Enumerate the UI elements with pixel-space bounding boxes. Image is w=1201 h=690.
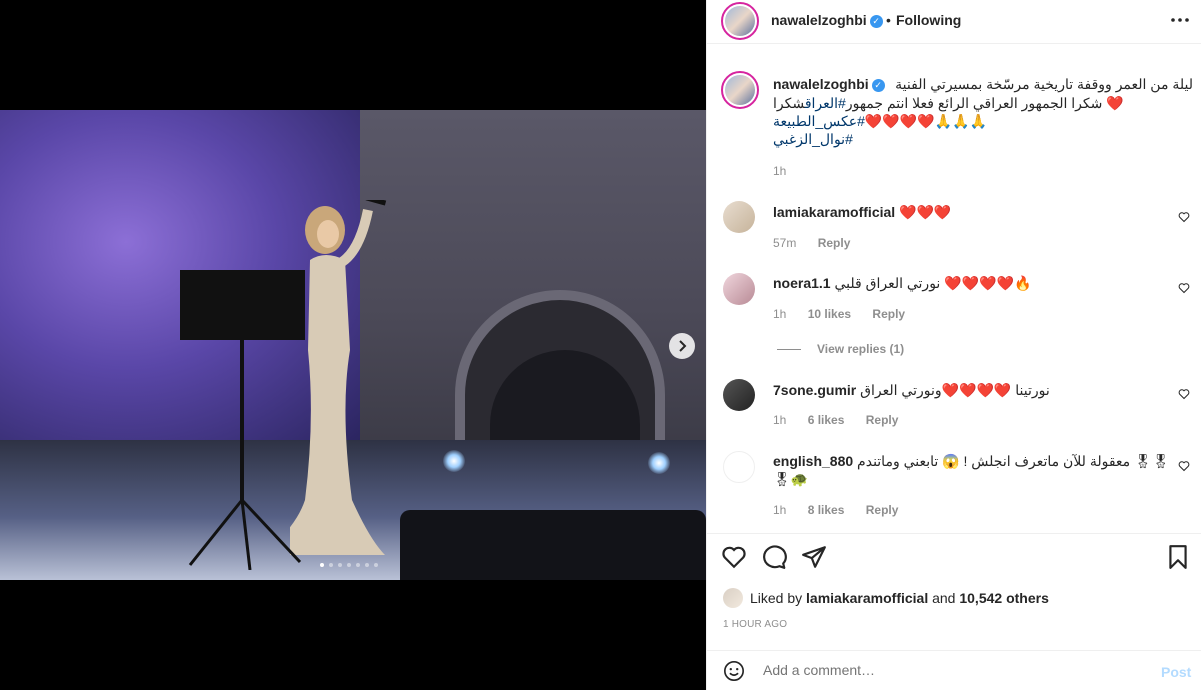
caption-hearts: ❤️ bbox=[1106, 95, 1124, 111]
reply-button[interactable]: Reply bbox=[818, 236, 851, 250]
liker-avatar[interactable] bbox=[723, 588, 743, 608]
music-stand bbox=[180, 270, 305, 570]
liker-username[interactable]: lamiakaramofficial bbox=[806, 590, 928, 606]
caption-line-2: ❤️ شكرا الجمهور العراقي الرائع فعلا انتم… bbox=[773, 94, 1193, 112]
emoji-smiley-icon[interactable] bbox=[723, 660, 745, 682]
comment-row: noera1.1 نورتي العراق قلبي ❤️❤️❤️❤️🔥 bbox=[773, 274, 1031, 292]
caption-line-2-text-a: شكرا bbox=[773, 95, 805, 111]
likes-prefix: Liked by bbox=[750, 590, 807, 606]
carousel-dot bbox=[365, 563, 369, 567]
comment-avatar[interactable] bbox=[723, 379, 755, 411]
header-separator: • bbox=[886, 12, 891, 28]
view-replies-line bbox=[777, 349, 801, 351]
reply-button[interactable]: Reply bbox=[866, 503, 899, 517]
comment-time[interactable]: 1h bbox=[773, 307, 786, 321]
comment-input[interactable] bbox=[761, 661, 1125, 679]
verified-badge-icon: ✓ bbox=[869, 15, 883, 28]
carousel-indicator bbox=[320, 563, 378, 567]
chevron-right-icon bbox=[679, 340, 687, 352]
following-button[interactable]: Following bbox=[896, 12, 961, 28]
comment-username[interactable]: english_880 bbox=[773, 453, 853, 469]
comment-meta: 57m Reply bbox=[773, 236, 850, 250]
post-actions bbox=[707, 533, 1201, 583]
comment-avatar[interactable] bbox=[723, 451, 755, 483]
comment-text: نورتي العراق قلبي ❤️❤️❤️❤️🔥 bbox=[834, 275, 1032, 291]
comment-likes[interactable]: 10 likes bbox=[808, 307, 851, 321]
stage-light bbox=[443, 450, 465, 472]
comment-row: english_880 معقولة للآن ماتعرف انجلش ! 😱… bbox=[773, 452, 1173, 488]
comment-meta: 1h 6 likes Reply bbox=[773, 413, 898, 427]
more-options-icon[interactable] bbox=[1170, 10, 1190, 35]
caption-time[interactable]: 1h bbox=[773, 164, 786, 178]
hashtag-aks-altabia[interactable]: #عكس_الطبيعة bbox=[773, 113, 865, 129]
carousel-dot bbox=[329, 563, 333, 567]
post-timestamp[interactable]: 1 HOUR AGO bbox=[723, 619, 787, 630]
comment-time[interactable]: 1h bbox=[773, 503, 786, 517]
caption-emojis: 🙏🙏🙏❤️❤️❤️❤️ bbox=[864, 113, 987, 129]
like-comment-heart-icon[interactable] bbox=[1178, 460, 1190, 472]
hashtag-iraq[interactable]: #العراق bbox=[805, 95, 846, 111]
caption-avatar[interactable] bbox=[721, 71, 759, 109]
caption-line-3: 🙏🙏🙏❤️❤️❤️❤️#عكس_الطبيعة bbox=[773, 112, 1193, 130]
post-media bbox=[0, 0, 706, 690]
caption-line-1: ليلة من العمر ووقفة تاريخية مرسّخة بمسير… bbox=[895, 76, 1193, 92]
caption-line-2-text-b: شكرا الجمهور العراقي الرائع فعلا انتم جم… bbox=[845, 95, 1107, 111]
comment-row: lamiakaramofficial ❤️❤️❤️ bbox=[773, 203, 951, 221]
comment-time[interactable]: 57m bbox=[773, 236, 796, 250]
like-comment-heart-icon[interactable] bbox=[1178, 388, 1190, 400]
comment-likes[interactable]: 8 likes bbox=[808, 503, 845, 517]
reply-button[interactable]: Reply bbox=[866, 413, 899, 427]
reply-button[interactable]: Reply bbox=[872, 307, 905, 321]
comment-time[interactable]: 1h bbox=[773, 413, 786, 427]
author-avatar[interactable] bbox=[721, 2, 759, 40]
post-photo[interactable] bbox=[0, 110, 706, 580]
view-replies-label: View replies (1) bbox=[817, 342, 905, 356]
caption-line-4: #نوال_الزغبي bbox=[773, 130, 1193, 148]
comment-row: 7sone.gumir نورتينا ❤️❤️❤️❤️ونورتي العرا… bbox=[773, 381, 1050, 399]
caption-text: ليلة من العمر ووقفة تاريخية مرسّخة بمسير… bbox=[773, 75, 1193, 93]
carousel-dot bbox=[356, 563, 360, 567]
likes-middle: and bbox=[928, 590, 960, 606]
comment-likes[interactable]: 6 likes bbox=[808, 413, 845, 427]
author-username[interactable]: nawalelzoghbi bbox=[771, 12, 867, 28]
post-sidebar: nawalelzoghbi ✓ • Following nawalelzoghbi… bbox=[706, 0, 1201, 690]
comments-list: nawalelzoghbi ✓ ليلة من العمر ووقفة تاريخ… bbox=[707, 45, 1201, 533]
like-heart-icon[interactable] bbox=[721, 544, 747, 570]
view-replies-button[interactable]: View replies (1) bbox=[777, 342, 904, 356]
like-comment-heart-icon[interactable] bbox=[1178, 211, 1190, 223]
comment-username[interactable]: 7sone.gumir bbox=[773, 382, 856, 398]
post-header: nawalelzoghbi ✓ • Following bbox=[707, 0, 1201, 44]
carousel-dot bbox=[320, 563, 324, 567]
add-comment-bar: Post bbox=[707, 650, 1201, 690]
likes-others[interactable]: 10,542 others bbox=[959, 590, 1049, 606]
hashtag-nawal-alzoghbi[interactable]: #نوال_الزغبي bbox=[773, 131, 853, 147]
comment-meta: 1h 10 likes Reply bbox=[773, 307, 905, 321]
audience bbox=[400, 510, 706, 580]
comment-text: ❤️❤️❤️ bbox=[899, 204, 952, 220]
comment-username[interactable]: lamiakaramofficial bbox=[773, 204, 895, 220]
share-paper-plane-icon[interactable] bbox=[801, 544, 827, 570]
comment-text: نورتينا ❤️❤️❤️❤️ونورتي العراق bbox=[860, 382, 1050, 398]
comment-avatar[interactable] bbox=[723, 273, 755, 305]
like-comment-heart-icon[interactable] bbox=[1178, 282, 1190, 294]
carousel-next-button[interactable] bbox=[669, 333, 695, 359]
save-bookmark-icon[interactable] bbox=[1165, 544, 1191, 570]
comment-bubble-icon[interactable] bbox=[761, 544, 787, 570]
comment-username[interactable]: noera1.1 bbox=[773, 275, 831, 291]
stage-light bbox=[648, 452, 670, 474]
carousel-dot bbox=[347, 563, 351, 567]
carousel-dot bbox=[338, 563, 342, 567]
carousel-dot bbox=[374, 563, 378, 567]
comment-avatar[interactable] bbox=[723, 201, 755, 233]
post-comment-button[interactable]: Post bbox=[1161, 664, 1191, 680]
comment-meta: 1h 8 likes Reply bbox=[773, 503, 898, 517]
